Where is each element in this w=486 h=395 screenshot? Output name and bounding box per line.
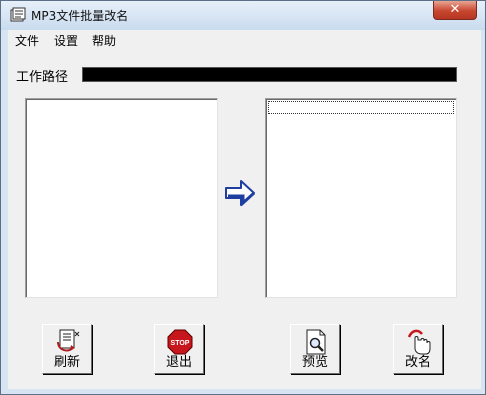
rename-button[interactable]: 改名 — [393, 324, 443, 374]
quit-label: 退出 — [165, 355, 192, 370]
close-icon: ✕ — [449, 2, 461, 17]
rename-label: 改名 — [404, 355, 431, 370]
stop-sign-text: STOP — [171, 340, 190, 347]
close-button[interactable]: ✕ — [433, 1, 477, 20]
path-label: 工作路径 — [16, 70, 69, 85]
app-icon — [10, 7, 26, 22]
menu-help[interactable]: 帮助 — [92, 32, 116, 49]
preview-label: 预览 — [301, 355, 328, 370]
menu-settings[interactable]: 设置 — [54, 32, 78, 49]
source-file-list[interactable] — [25, 98, 218, 298]
path-field[interactable] — [82, 67, 457, 82]
menu-bar: 文件 设置 帮助 — [8, 30, 481, 50]
right-arrow-icon — [225, 180, 256, 207]
title-bar[interactable]: MP3文件批量改名 ✕ — [1, 1, 485, 30]
client-area: 工作路径 刷新 STOP 退出 预览 改名 — [8, 50, 481, 389]
quit-button[interactable]: STOP 退出 — [154, 324, 204, 374]
refresh-label: 刷新 — [53, 355, 80, 370]
preview-button[interactable]: 预览 — [290, 324, 340, 374]
list-focus-row[interactable] — [268, 101, 454, 114]
renamed-file-list[interactable] — [265, 98, 457, 298]
app-window: MP3文件批量改名 ✕ 文件 设置 帮助 工作路径 刷新 STOP 退出 预览 … — [0, 0, 486, 395]
window-title: MP3文件批量改名 — [31, 9, 129, 23]
refresh-button[interactable]: 刷新 — [42, 324, 92, 374]
menu-file[interactable]: 文件 — [15, 32, 39, 49]
